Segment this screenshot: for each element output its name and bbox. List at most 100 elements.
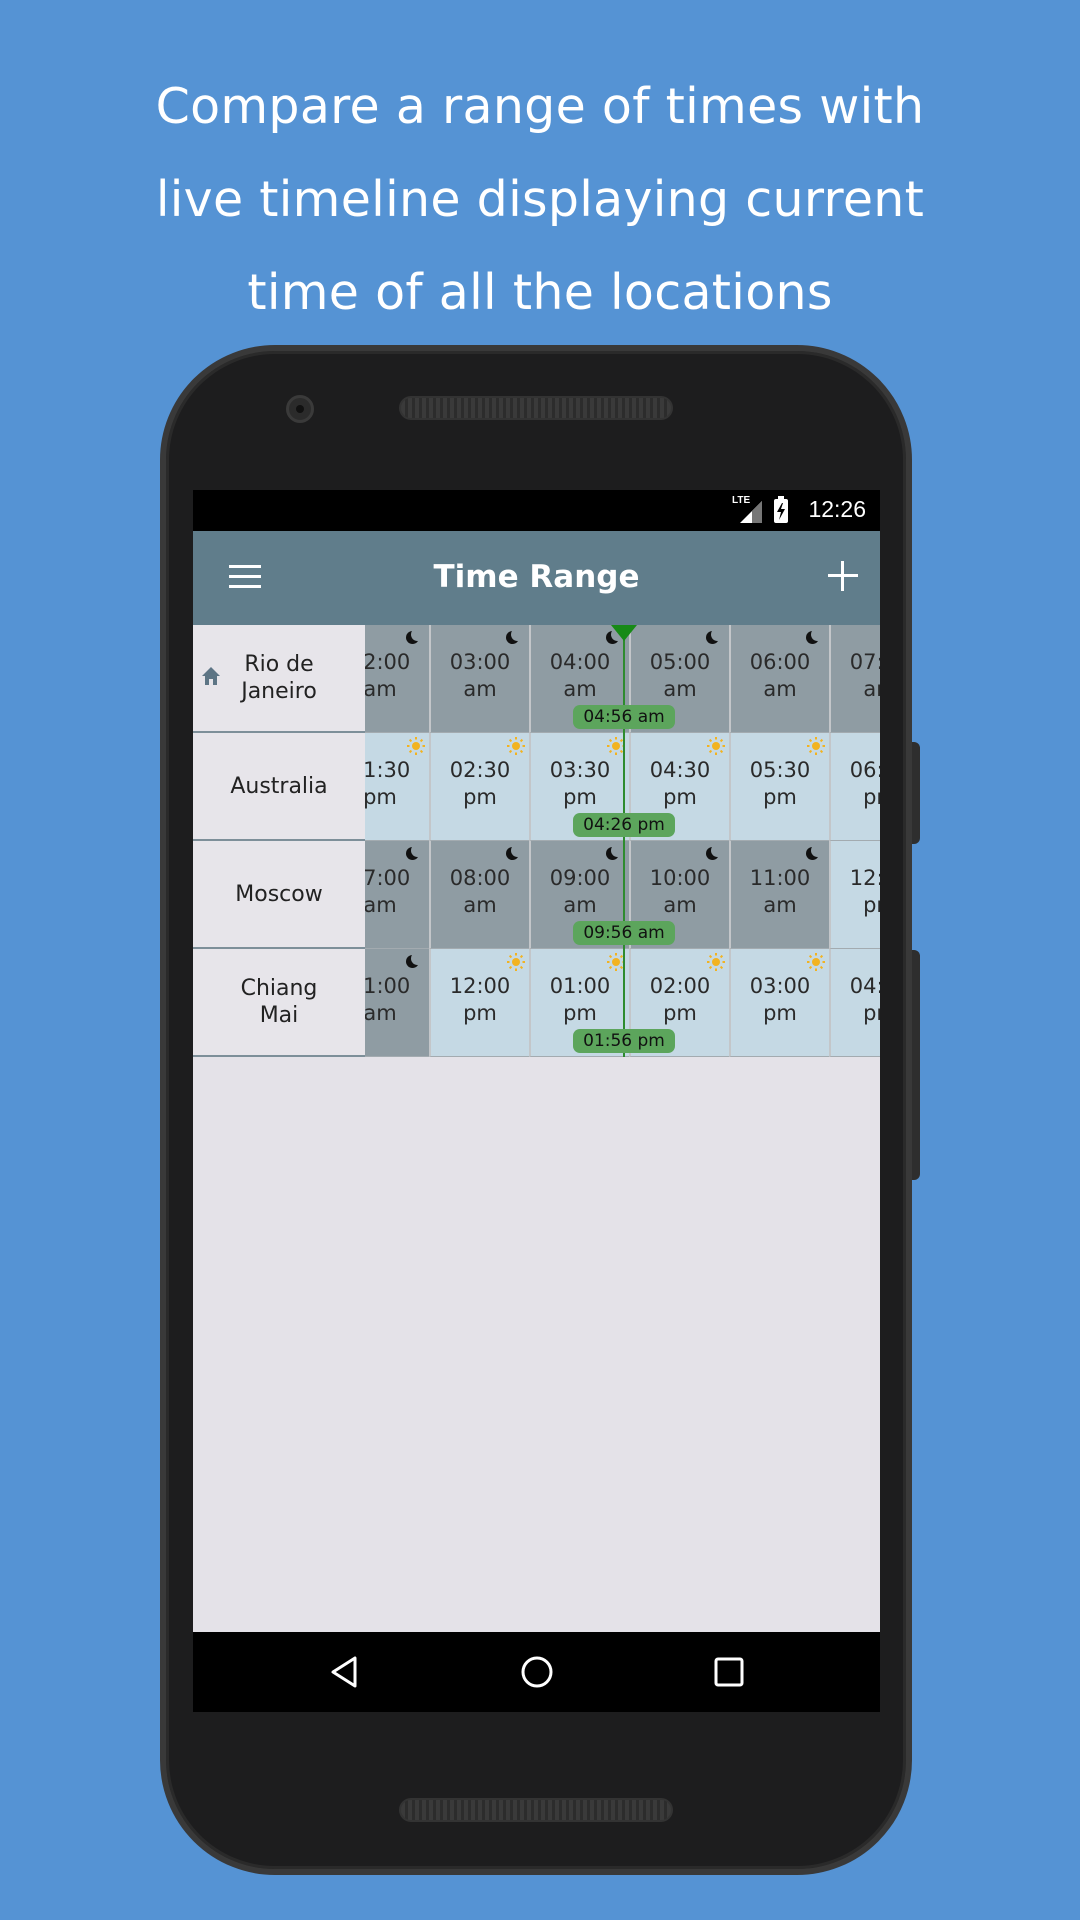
back-icon[interactable] (327, 1654, 363, 1690)
hour-cell[interactable]: 03:00 am (429, 625, 529, 733)
phone-screen: LTE 12:26 Time Range Rio deJaneiro02:00a… (193, 490, 880, 1712)
hour-cell[interactable]: 02:30 pm (429, 733, 529, 841)
location-label-line: Chiang (240, 976, 318, 1001)
app-bar: Time Range (193, 531, 880, 625)
hour-period: pm (663, 1000, 697, 1025)
page-title: Time Range (433, 559, 640, 595)
moon-icon (411, 844, 424, 857)
location-label-line: Australia (230, 773, 328, 799)
location-label: Rio de Janeiro (241, 651, 317, 705)
hour-period: pm (563, 784, 597, 809)
location-row[interactable]: Moscow07:00am08:00am09:00am10:00am11:00a… (193, 841, 880, 949)
location-label-line: Mai (259, 1003, 299, 1028)
location-label: Moscow (235, 881, 322, 908)
promo-headline: Compare a range of times with live timel… (0, 60, 1080, 339)
hour-time: 12:00 (849, 865, 880, 890)
hour-period: am (663, 892, 697, 917)
hour-period: am (563, 892, 597, 917)
hour-time: 09:00 (549, 865, 611, 890)
hour-period: pm (463, 784, 497, 809)
hour-period: pm (863, 892, 880, 917)
hour-time: 02:00 (365, 649, 411, 674)
add-icon[interactable] (828, 561, 858, 591)
hour-cell[interactable]: 05:30 pm (729, 733, 829, 841)
hour-cell[interactable]: 12:00pm (829, 841, 880, 949)
hour-period: pm (563, 1000, 597, 1025)
headline-line-3: time of all the locations (247, 264, 833, 321)
current-time-badge: 01:56 pm (573, 1029, 675, 1053)
hour-time: 01:30 (365, 757, 411, 782)
status-time: 12:26 (808, 496, 866, 522)
top-speaker (399, 396, 673, 420)
moon-icon (411, 628, 424, 641)
hour-cell[interactable]: 07:00am (829, 625, 880, 733)
hour-cell[interactable]: 11:00am (729, 841, 829, 949)
moon-icon (811, 844, 824, 857)
volume-button (912, 950, 920, 1180)
location-label: Chiang Mai (241, 975, 318, 1029)
hour-cell[interactable]: 06:00 am (729, 625, 829, 733)
location-name-cell[interactable]: Chiang Mai (193, 949, 365, 1057)
hour-time: 03:00 (449, 649, 511, 674)
hour-time: 06:30 (849, 757, 880, 782)
hour-period: am (663, 676, 697, 701)
hour-period: am (463, 892, 497, 917)
current-time-marker-icon[interactable] (611, 625, 637, 641)
power-button (912, 742, 920, 844)
hour-time: 04:30 (649, 757, 711, 782)
location-label-line: Moscow (235, 881, 323, 907)
recents-icon[interactable] (711, 1654, 747, 1690)
hour-cell[interactable]: 06:30pm (829, 733, 880, 841)
hour-time: 03:00 (749, 973, 811, 998)
hour-time: 02:30 (449, 757, 511, 782)
hour-period: pm (863, 1000, 880, 1025)
hour-time: 07:00 (849, 649, 880, 674)
hour-period: pm (763, 1000, 797, 1025)
hour-time: 03:30 (549, 757, 611, 782)
hour-time: 08:00 (449, 865, 511, 890)
hour-period: am (763, 676, 797, 701)
moon-icon (411, 952, 424, 965)
hour-period: pm (663, 784, 697, 809)
current-time-badge: 04:56 am (573, 705, 675, 729)
location-name-cell[interactable]: Moscow (193, 841, 365, 949)
hour-period: pm (863, 784, 880, 809)
hour-time: 06:00 (749, 649, 811, 674)
hour-period: pm (463, 1000, 497, 1025)
hour-period: am (365, 1000, 397, 1025)
hour-cell[interactable]: 08:00 am (429, 841, 529, 949)
hour-period: pm (365, 784, 397, 809)
hour-time: 07:00 (365, 865, 411, 890)
headline-line-1: Compare a range of times with (155, 78, 925, 135)
hour-cell[interactable]: 11:00am (365, 949, 429, 1057)
hour-period: pm (763, 784, 797, 809)
hour-time: 01:00 (549, 973, 611, 998)
hour-cell[interactable]: 04:00pm (829, 949, 880, 1057)
hour-period: am (863, 676, 880, 701)
location-name-cell[interactable]: Australia (193, 733, 365, 841)
location-row[interactable]: Australia01:30pm02:30pm03:30pm04:30pm05:… (193, 733, 880, 841)
location-row[interactable]: Rio deJaneiro02:00am03:00am04:00am05:00a… (193, 625, 880, 733)
hour-time: 02:00 (649, 973, 711, 998)
hour-cell[interactable]: 12:00pm (429, 949, 529, 1057)
hour-time: 05:30 (749, 757, 811, 782)
hour-cell[interactable]: 02:00am (365, 625, 429, 733)
hour-cell[interactable]: 03:00 pm (729, 949, 829, 1057)
hour-period: am (563, 676, 597, 701)
location-row[interactable]: ChiangMai11:00am12:00pm01:00pm02:00pm03:… (193, 949, 880, 1057)
location-label-line: Rio de (244, 652, 314, 677)
hour-time: 10:00 (649, 865, 711, 890)
home-circle-icon[interactable] (519, 1654, 555, 1690)
location-name-cell[interactable]: Rio de Janeiro (193, 625, 365, 733)
current-time-line (623, 625, 625, 1057)
hour-cell[interactable]: 01:30pm (365, 733, 429, 841)
navigation-bar (193, 1632, 880, 1712)
home-icon (200, 665, 222, 687)
hour-time: 11:00 (365, 973, 411, 998)
hour-cell[interactable]: 07:00am (365, 841, 429, 949)
moon-icon (811, 628, 824, 641)
location-label-line: Janeiro (241, 679, 317, 704)
time-range-grid: Rio deJaneiro02:00am03:00am04:00am05:00a… (193, 625, 880, 1060)
current-time-badge: 09:56 am (573, 921, 675, 945)
moon-icon (711, 628, 724, 641)
